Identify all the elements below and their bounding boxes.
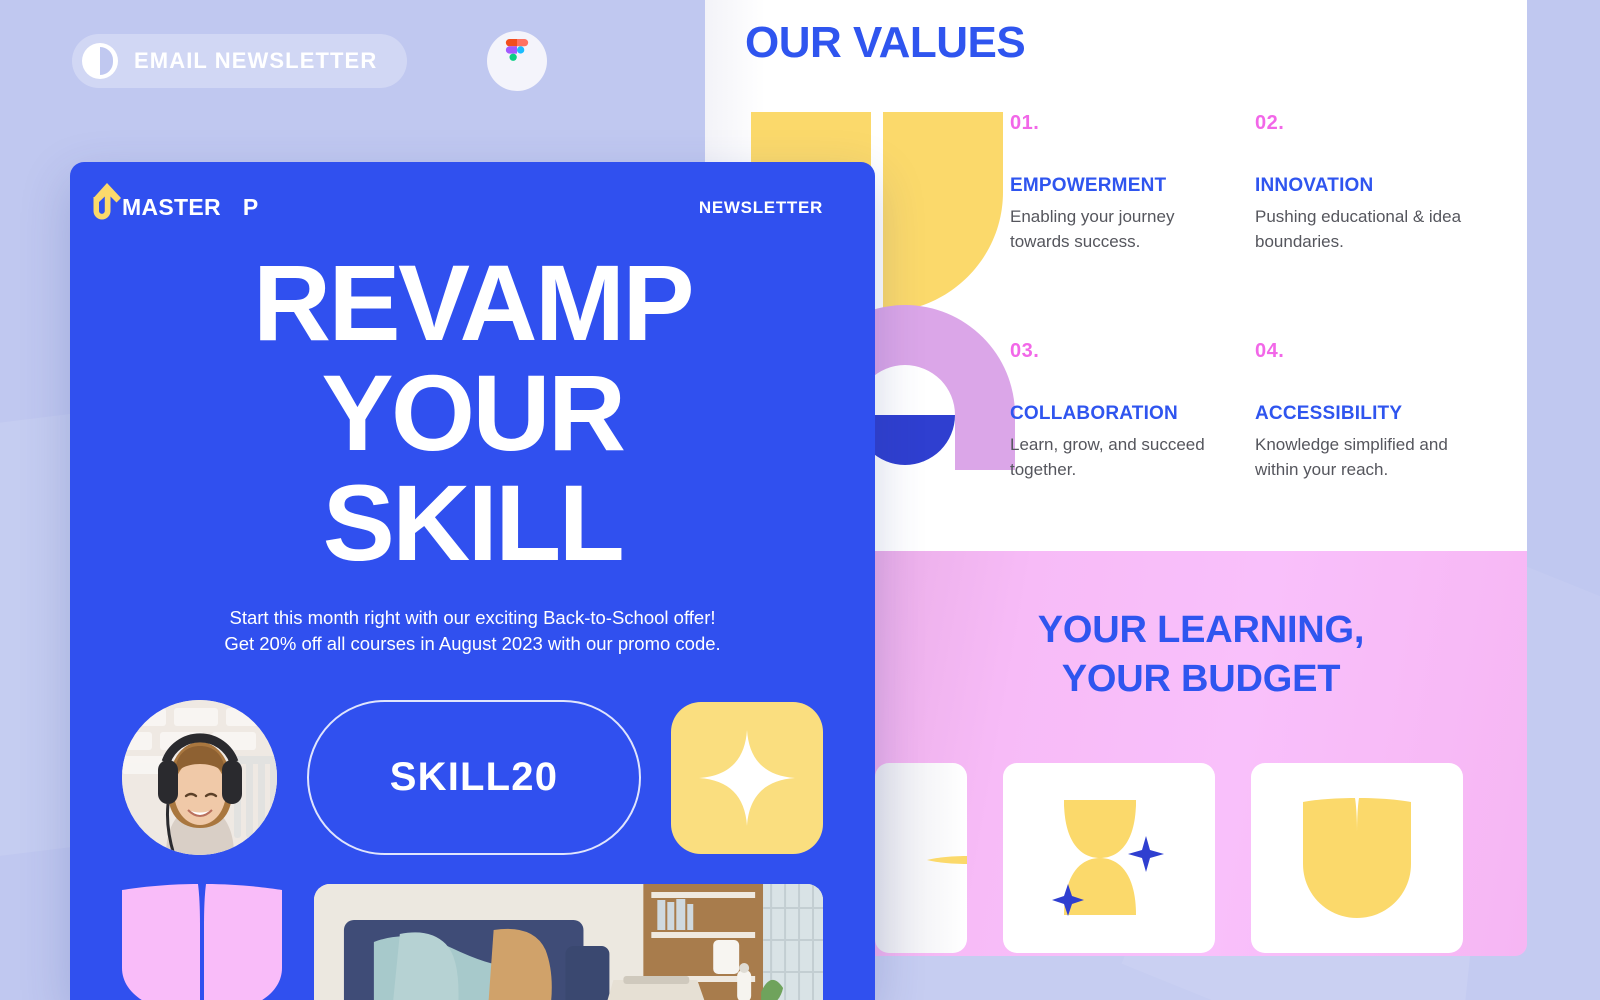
headline-line-2: YOUR bbox=[321, 352, 626, 474]
value-number: 03. bbox=[1010, 340, 1040, 363]
yellow-abstract-shape-icon bbox=[927, 856, 967, 864]
subcopy-line-1: Start this month right with our exciting… bbox=[229, 607, 716, 628]
budget-title-line1: YOUR LEARNING, bbox=[1037, 609, 1365, 651]
budget-card-1[interactable] bbox=[875, 763, 967, 953]
headline-line-1: REVAMP bbox=[252, 242, 695, 363]
sparkle-tile bbox=[671, 701, 823, 854]
value-heading: ACCESSIBILITY bbox=[1255, 403, 1403, 425]
newsletter-headline: REVAMP YOUR SKILL bbox=[70, 242, 875, 584]
four-point-sparkle-icon bbox=[699, 729, 795, 826]
value-number: 01. bbox=[1010, 112, 1040, 134]
newsletter-card-footer bbox=[122, 884, 823, 1000]
value-heading: COLLABORATION bbox=[1010, 403, 1178, 425]
value-number: 02. bbox=[1255, 112, 1285, 134]
brand-name: MASTER bbox=[122, 194, 221, 220]
newsletter-card-header: MASTER P NEWSLETTER bbox=[93, 183, 823, 221]
living-room-workspace-photo bbox=[314, 884, 823, 1000]
newsletter-card: MASTER P NEWSLETTER REVAMP YOUR SKILL St… bbox=[70, 162, 875, 1000]
avatar-illustration bbox=[122, 700, 277, 855]
newsletter-tag: NEWSLETTER bbox=[698, 197, 823, 217]
budget-card-3[interactable] bbox=[1251, 763, 1463, 953]
badge-label: EMAIL NEWSLETTER bbox=[134, 48, 378, 73]
value-body: Pushing educational & idea boundaries. bbox=[1255, 207, 1462, 251]
figma-logo-button[interactable] bbox=[487, 31, 547, 91]
budget-title-line2: YOUR BUDGET bbox=[1061, 657, 1341, 700]
subcopy-line-2: Get 20% off all courses in August 2023 w… bbox=[224, 633, 721, 655]
circle-p-logo-icon bbox=[82, 43, 118, 79]
value-body: Learn, grow, and succeed together. bbox=[1010, 435, 1205, 479]
brand-suffix: P bbox=[242, 194, 259, 220]
value-item-04: 04. ACCESSIBILITY Knowledge simplified a… bbox=[1255, 340, 1500, 482]
budget-card-2[interactable] bbox=[1003, 763, 1215, 953]
value-number: 04. bbox=[1255, 340, 1285, 363]
promo-code-button[interactable]: SKILL20 bbox=[307, 700, 641, 855]
value-body: Knowledge simplified and within your rea… bbox=[1255, 435, 1448, 479]
budget-panel: YOUR LEARNING, YOUR BUDGET bbox=[875, 551, 1527, 956]
value-body: Enabling your journey towards success. bbox=[1010, 207, 1175, 251]
yellow-tulip-shape-icon bbox=[1303, 798, 1411, 918]
budget-title: YOUR LEARNING, YOUR BUDGET bbox=[895, 606, 1507, 703]
value-item-02: 02. INNOVATION Pushing educational & ide… bbox=[1255, 112, 1500, 254]
hourglass-sparkle-shape-icon bbox=[1052, 800, 1164, 916]
budget-card-list bbox=[875, 763, 1463, 953]
values-grid: 01. EMPOWERMENT Enabling your journey to… bbox=[1010, 112, 1500, 483]
up-arrow-icon bbox=[93, 183, 121, 220]
room-photo-illustration bbox=[314, 884, 823, 1000]
top-bar: EMAIL NEWSLETTER bbox=[0, 0, 705, 120]
value-item-03: 03. COLLABORATION Learn, grow, and succe… bbox=[1010, 340, 1255, 482]
masterup-logo: MASTER P bbox=[93, 183, 259, 221]
value-heading: EMPOWERMENT bbox=[1010, 175, 1167, 196]
promo-row: SKILL20 bbox=[122, 700, 823, 855]
woman-with-headphones-photo bbox=[122, 700, 277, 855]
headline-line-3: SKILL bbox=[322, 462, 625, 584]
page-title: OUR VALUES bbox=[745, 18, 1026, 67]
promo-code-label: SKILL20 bbox=[389, 755, 559, 799]
figma-logo-icon bbox=[505, 39, 529, 61]
email-newsletter-badge[interactable]: EMAIL NEWSLETTER bbox=[72, 34, 408, 88]
newsletter-subcopy: Start this month right with our exciting… bbox=[70, 605, 875, 658]
pink-tulip-shape-icon bbox=[122, 884, 282, 1000]
value-item-01: 01. EMPOWERMENT Enabling your journey to… bbox=[1010, 112, 1255, 254]
value-heading: INNOVATION bbox=[1255, 175, 1374, 196]
